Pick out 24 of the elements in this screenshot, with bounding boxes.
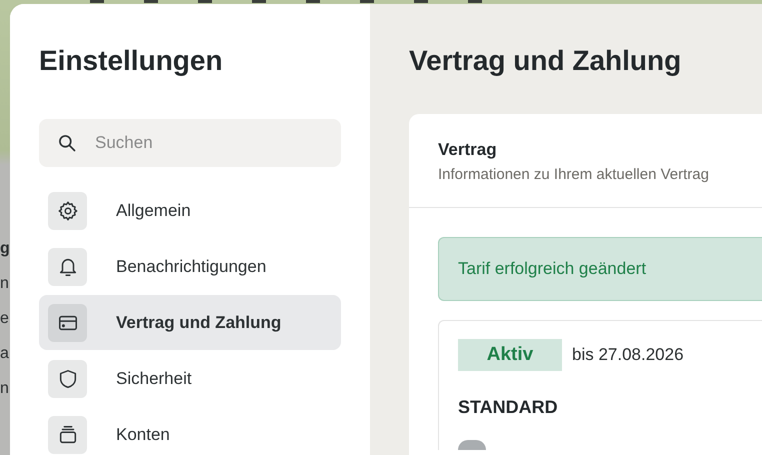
background-text: n: [0, 276, 10, 292]
card-title: Vertrag: [438, 140, 498, 160]
sidebar-item-label: Benachrichtigungen: [116, 256, 266, 276]
sidebar-item-label: Vertrag und Zahlung: [116, 312, 282, 332]
sidebar-item[interactable]: Vertrag und Zahlung: [39, 295, 341, 350]
background-text: n: [0, 381, 10, 397]
plan-name: STANDARD: [458, 397, 559, 418]
sidebar-item-label: Sicherheit: [116, 368, 192, 388]
sidebar-item-label: Allgemein: [116, 200, 191, 220]
card-subtitle: Informationen zu Ihrem aktuellen Vertrag: [438, 166, 710, 183]
sidebar-item[interactable]: Allgemein: [39, 183, 341, 238]
success-alert: Tarif erfolgreich geändert: [438, 237, 762, 301]
sidebar-item-label: Konten: [116, 424, 170, 444]
background-text: e: [0, 311, 10, 327]
background-text: a: [0, 346, 10, 362]
sidebar-item[interactable]: Benachrichtigungen: [39, 239, 341, 294]
valid-until-text: bis 27.08.2026: [572, 345, 684, 365]
settings-title: Einstellungen: [39, 44, 224, 78]
status-badge: Aktiv: [458, 339, 562, 371]
sidebar-item[interactable]: Konten: [39, 407, 341, 455]
search-field[interactable]: Suchen: [39, 119, 341, 167]
sidebar-item[interactable]: Sicherheit: [39, 351, 341, 406]
background-text: g: [0, 241, 10, 257]
page-title: Vertrag und Zahlung: [409, 44, 682, 78]
